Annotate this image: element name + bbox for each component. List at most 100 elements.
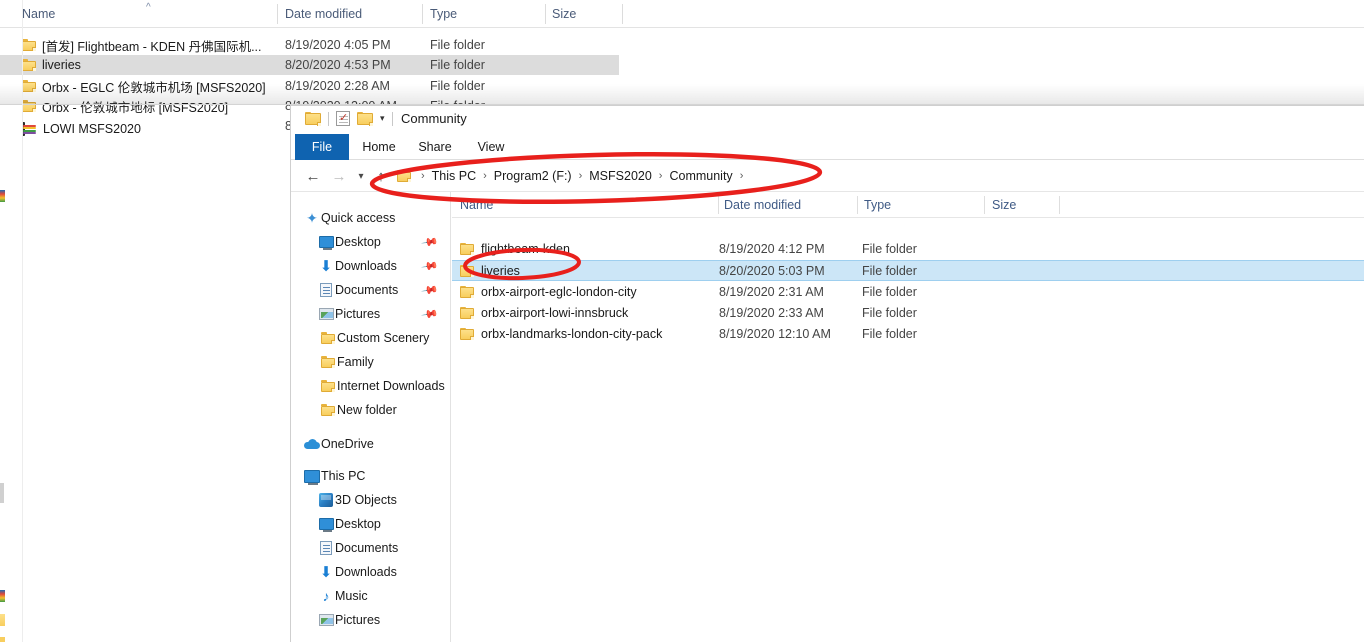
bg-row-type: File folder — [430, 58, 485, 72]
new-folder-icon[interactable] — [357, 112, 373, 126]
pictures-icon — [317, 612, 335, 628]
sidebar-item-internet-downloads[interactable]: Internet Downloads — [291, 374, 451, 398]
table-row[interactable]: [首发] Flightbeam - KDEN 丹佛国际机... 8/19/202… — [0, 35, 1364, 55]
tab-file[interactable]: File — [295, 134, 349, 160]
sidebar-item-music[interactable]: ♪ Music — [291, 584, 451, 608]
column-header-type[interactable]: Type — [864, 192, 891, 218]
pin-icon[interactable]: 📌 — [421, 305, 440, 324]
column-divider-4[interactable] — [1059, 196, 1060, 214]
table-row[interactable]: orbx-airport-eglc-london-city 8/19/2020 … — [452, 281, 1364, 302]
bg-column-divider-4[interactable] — [622, 4, 623, 24]
breadcrumb-separator: › — [655, 170, 667, 182]
table-row[interactable]: orbx-airport-lowi-innsbruck 8/19/2020 2:… — [452, 302, 1364, 323]
sidebar-item-label: Desktop — [335, 235, 381, 249]
folder-icon-fragment — [0, 614, 5, 626]
properties-icon[interactable]: ✓ — [336, 111, 350, 126]
bg-row-type: File folder — [430, 38, 485, 52]
folder-icon — [460, 328, 474, 340]
sidebar-item-onedrive[interactable]: OneDrive — [291, 432, 451, 456]
column-header-date[interactable]: Date modified — [724, 192, 801, 218]
sidebar-item-pictures-thispc[interactable]: Pictures — [291, 608, 451, 632]
sidebar-item-label: 3D Objects — [335, 493, 397, 507]
sidebar-item-quick-access[interactable]: ✦ Quick access — [291, 206, 451, 230]
breadcrumb-item-program2[interactable]: Program2 (F:) — [491, 169, 575, 183]
sidebar-item-documents-thispc[interactable]: Documents — [291, 536, 451, 560]
sort-ascending-icon: ^ — [146, 2, 151, 13]
sidebar-item-pictures[interactable]: Pictures 📌 — [291, 302, 451, 326]
table-row-selected[interactable]: liveries 8/20/2020 4:53 PM File folder — [0, 55, 619, 75]
file-date-cell: 8/19/2020 2:33 AM — [719, 306, 824, 320]
pictures-icon — [317, 306, 335, 322]
bg-column-divider-3[interactable] — [545, 4, 546, 24]
file-list-column-header: Name Date modified Type Size — [452, 192, 1364, 218]
breadcrumb-item-community[interactable]: Community — [666, 169, 735, 183]
folder-icon — [460, 243, 474, 255]
pin-icon[interactable]: 📌 — [421, 281, 440, 300]
breadcrumb-item-msfs2020[interactable]: MSFS2020 — [586, 169, 655, 183]
forward-button[interactable]: → — [329, 166, 349, 186]
sidebar-item-family[interactable]: Family — [291, 350, 451, 374]
scrollbar-fragment[interactable] — [0, 483, 4, 503]
sidebar-item-new-folder[interactable]: New folder — [291, 398, 451, 422]
table-row[interactable]: orbx-landmarks-london-city-pack 8/19/202… — [452, 323, 1364, 344]
folder-icon[interactable] — [305, 112, 321, 126]
column-divider-3[interactable] — [984, 196, 985, 214]
bg-column-type[interactable]: Type — [430, 0, 457, 28]
star-icon: ✦ — [303, 210, 321, 226]
sidebar-item-downloads[interactable]: ⬇ Downloads 📌 — [291, 254, 451, 278]
pin-icon[interactable]: 📌 — [421, 233, 440, 252]
toolbar-divider — [328, 112, 329, 126]
file-name-cell: orbx-airport-eglc-london-city — [460, 285, 637, 299]
pin-icon[interactable]: 📌 — [421, 257, 440, 276]
bg-column-name[interactable]: Name — [22, 0, 55, 28]
bg-column-size[interactable]: Size — [552, 0, 576, 28]
sidebar-item-label: Downloads — [335, 565, 397, 579]
sidebar-item-label: Desktop — [335, 517, 381, 531]
navigation-pane: ✦ Quick access Desktop 📌 ⬇ Downloads 📌 D… — [291, 192, 451, 642]
file-name-cell: orbx-airport-lowi-innsbruck — [460, 306, 628, 320]
breadcrumb-separator: › — [479, 170, 491, 182]
file-name-cell: flightbeam-kden — [460, 242, 570, 256]
sidebar-item-desktop[interactable]: Desktop 📌 — [291, 230, 451, 254]
bg-column-divider-2[interactable] — [422, 4, 423, 24]
back-button[interactable]: ← — [303, 166, 323, 186]
sidebar-item-downloads-thispc[interactable]: ⬇ Downloads — [291, 560, 451, 584]
file-type-cell: File folder — [862, 327, 917, 341]
folder-icon — [397, 170, 411, 182]
folder-icon — [22, 39, 36, 51]
folder-icon — [460, 307, 474, 319]
sidebar-item-documents[interactable]: Documents 📌 — [291, 278, 451, 302]
recent-locations-button[interactable]: ▾ — [351, 166, 371, 186]
ribbon-tab-bar: File Home Share View — [291, 134, 1364, 160]
toolbar-divider — [392, 112, 393, 126]
folder-icon — [319, 402, 337, 418]
table-row[interactable]: LOWI MSFS2020 — [0, 119, 290, 139]
file-type-cell: File folder — [862, 285, 917, 299]
column-header-name[interactable]: Name — [460, 192, 493, 218]
this-pc-icon — [303, 468, 321, 484]
up-button[interactable]: ↑ — [371, 166, 391, 186]
breadcrumb-separator-trailing[interactable]: › — [736, 170, 748, 182]
file-type-cell: File folder — [862, 264, 917, 278]
file-name-cell: liveries — [460, 264, 520, 278]
tab-share[interactable]: Share — [409, 134, 461, 160]
sidebar-item-label: Pictures — [335, 307, 380, 321]
column-header-size[interactable]: Size — [992, 192, 1016, 218]
sidebar-item-desktop-thispc[interactable]: Desktop — [291, 512, 451, 536]
downloads-icon: ⬇ — [317, 564, 335, 580]
table-row[interactable]: flightbeam-kden 8/19/2020 4:12 PM File f… — [452, 238, 1364, 259]
bg-column-date[interactable]: Date modified — [285, 0, 362, 28]
sidebar-item-custom-scenery[interactable]: Custom Scenery — [291, 326, 451, 350]
sidebar-item-3d-objects[interactable]: 3D Objects — [291, 488, 451, 512]
quick-access-toolbar: ✓ ▾ — [305, 111, 393, 126]
table-row-selected[interactable]: liveries 8/20/2020 5:03 PM File folder — [452, 260, 1364, 281]
sidebar-item-this-pc[interactable]: This PC — [291, 464, 451, 488]
column-divider-1[interactable] — [718, 196, 719, 214]
chevron-down-icon[interactable]: ▾ — [380, 114, 385, 123]
breadcrumb-item-this-pc[interactable]: This PC — [429, 169, 479, 183]
tab-view[interactable]: View — [465, 134, 517, 160]
bg-column-divider-1[interactable] — [277, 4, 278, 24]
tab-home[interactable]: Home — [353, 134, 405, 160]
breadcrumb[interactable]: › This PC › Program2 (F:) › MSFS2020 › C… — [391, 165, 753, 187]
column-divider-2[interactable] — [857, 196, 858, 214]
